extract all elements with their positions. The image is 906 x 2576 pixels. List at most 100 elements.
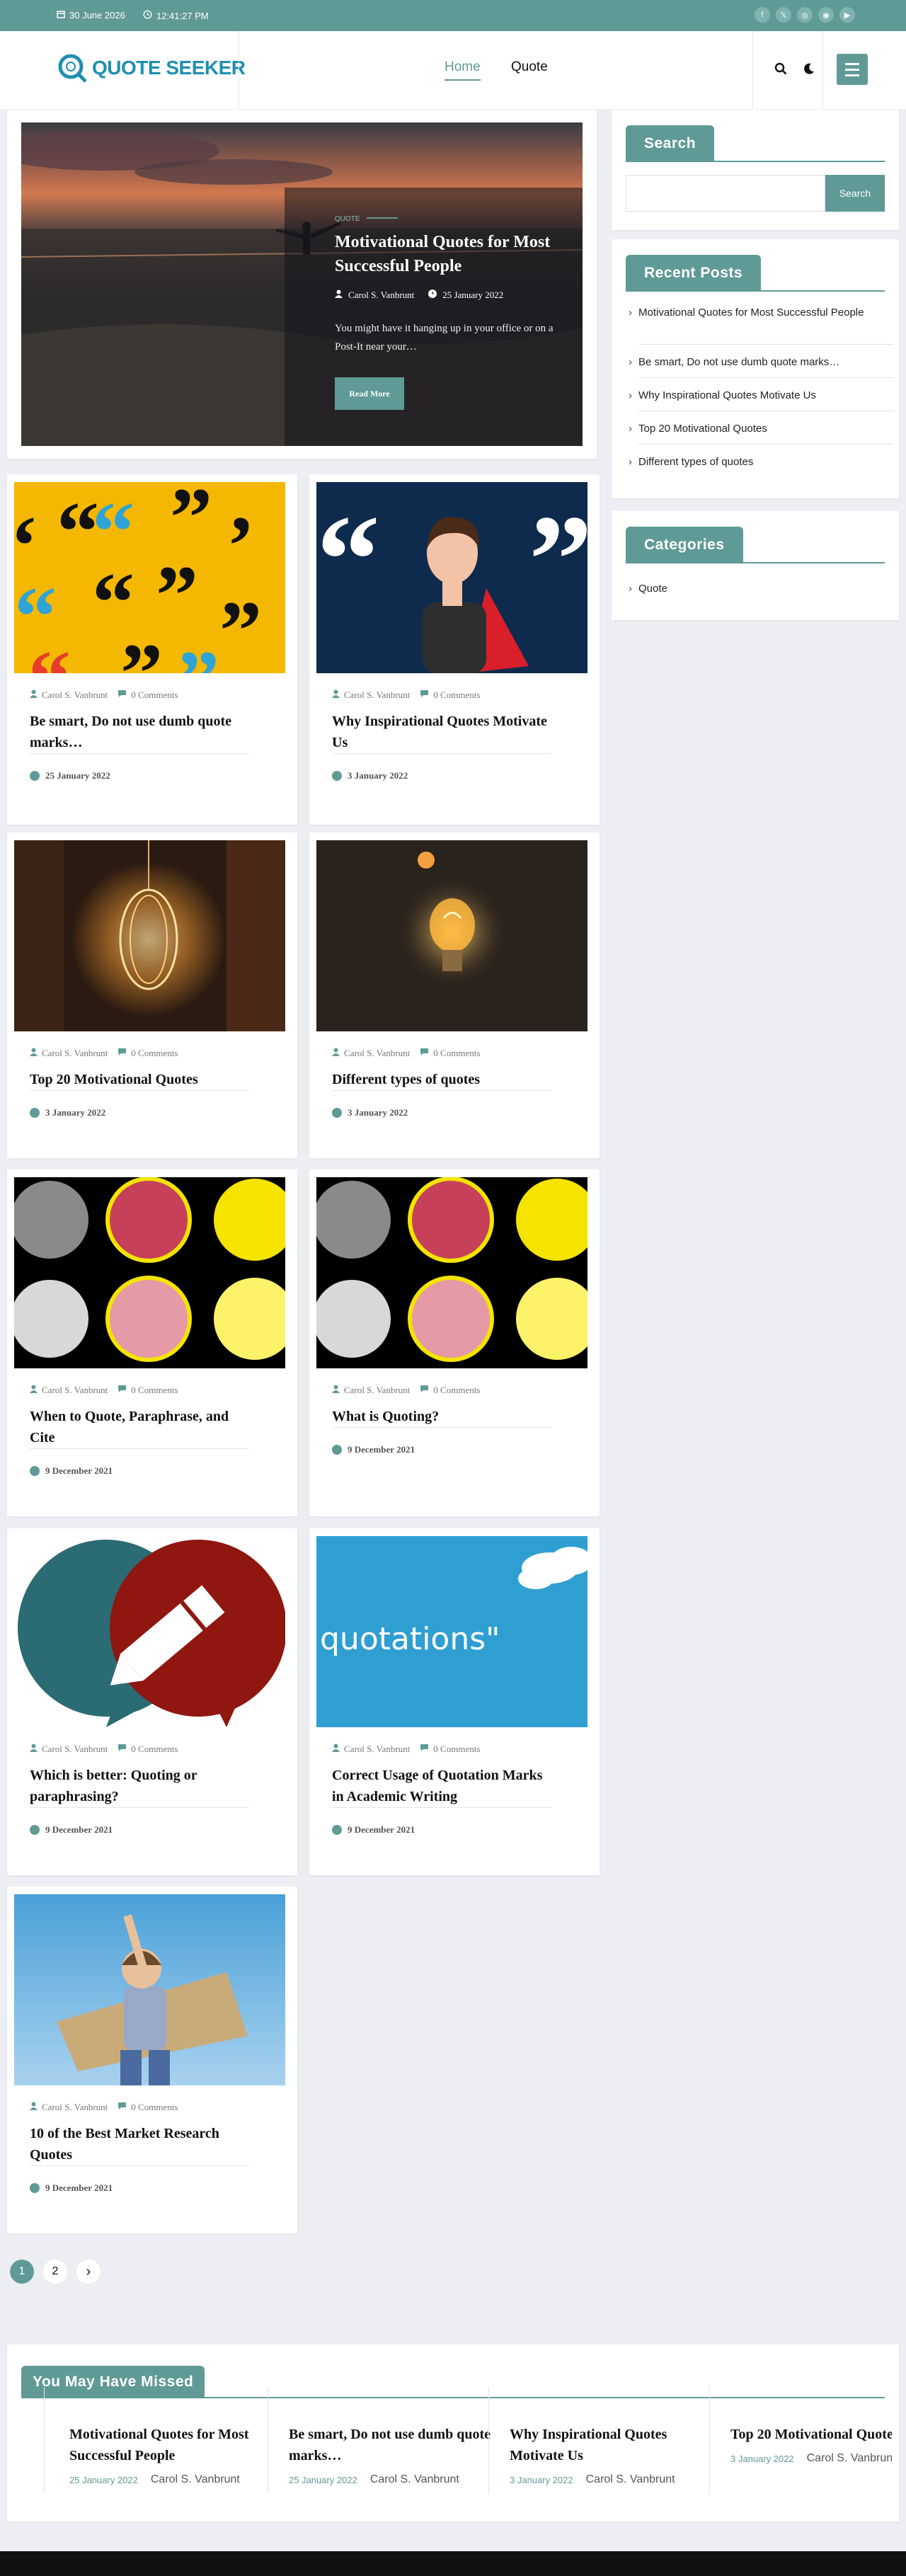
user-icon xyxy=(30,2102,38,2113)
logo-text: QUOTE SEEKER xyxy=(92,57,246,79)
missed-item-title[interactable]: Motivational Quotes for Most Successful … xyxy=(69,2424,282,2466)
missed-item-date: 25 January 2022 xyxy=(289,2474,357,2485)
facebook-icon[interactable]: f xyxy=(755,7,770,23)
post-thumbnail[interactable]: ‘““”’““””“””‚ xyxy=(14,482,285,673)
post-title[interactable]: Top 20 Motivational Quotes xyxy=(30,1069,249,1090)
post-thumbnail[interactable]: quotations" xyxy=(316,1536,587,1727)
instagram-icon[interactable]: ◉ xyxy=(818,7,834,23)
post-comments[interactable]: 0 Comments xyxy=(433,1744,480,1755)
missed-item-title[interactable]: Top 20 Motivational Quotes xyxy=(730,2424,892,2445)
post-title[interactable]: Correct Usage of Quotation Marks in Acad… xyxy=(332,1765,551,1807)
category-link[interactable]: Quote xyxy=(629,580,879,597)
post-date[interactable]: 9 December 2021 xyxy=(45,1824,113,1836)
missed-item-author[interactable]: Carol S. Vanbrunt xyxy=(586,2473,675,2486)
post-comments[interactable]: 0 Comments xyxy=(433,1048,480,1059)
missed-item-title[interactable]: Why Inspirational Quotes Motivate Us xyxy=(510,2424,722,2466)
post-title[interactable]: Why Inspirational Quotes Motivate Us xyxy=(332,711,551,753)
post-author[interactable]: Carol S. Vanbrunt xyxy=(344,1744,410,1755)
missed-item[interactable]: Top 20 Motivational Quotes 3 January 202… xyxy=(730,2424,892,2465)
post-thumbnail[interactable] xyxy=(14,1536,285,1727)
hero-category[interactable]: QUOTE xyxy=(335,215,360,223)
post-comments[interactable]: 0 Comments xyxy=(131,689,178,701)
post-author[interactable]: Carol S. Vanbrunt xyxy=(344,1048,410,1059)
post-author[interactable]: Carol S. Vanbrunt xyxy=(42,689,108,701)
nav-home[interactable]: Home xyxy=(445,59,481,81)
post-date[interactable]: 9 December 2021 xyxy=(348,1444,415,1455)
missed-item-author[interactable]: Carol S. Vanbrunt xyxy=(370,2473,459,2486)
missed-item[interactable]: Motivational Quotes for Most Successful … xyxy=(69,2424,282,2486)
post-title[interactable]: What is Quoting? xyxy=(332,1406,551,1427)
hero-author[interactable]: Carol S. Vanbrunt xyxy=(348,290,414,301)
recent-post-link[interactable]: Be smart, Do not use dumb quote marks… xyxy=(629,354,879,371)
post-comments[interactable]: 0 Comments xyxy=(131,1048,178,1059)
post-thumbnail[interactable] xyxy=(14,1894,285,2085)
post-date[interactable]: 25 January 2022 xyxy=(45,770,110,782)
post-date[interactable]: 3 January 2022 xyxy=(348,770,408,782)
search-submit-button[interactable]: Search xyxy=(825,175,885,212)
post-author[interactable]: Carol S. Vanbrunt xyxy=(42,1744,108,1755)
recent-post-link[interactable]: Motivational Quotes for Most Successful … xyxy=(629,304,879,321)
post-author[interactable]: Carol S. Vanbrunt xyxy=(42,1048,108,1059)
post-meta: Carol S. Vanbrunt 0 Comments xyxy=(30,689,178,701)
post-card: Carol S. Vanbrunt 0 Comments 10 of the B… xyxy=(7,1887,297,2233)
hero-card: QUOTE Motivational Quotes for Most Succe… xyxy=(7,110,597,459)
post-title[interactable]: Which is better: Quoting or paraphrasing… xyxy=(30,1765,249,1807)
clock-icon xyxy=(332,771,342,781)
post-author[interactable]: Carol S. Vanbrunt xyxy=(42,2102,108,2113)
post-date[interactable]: 3 January 2022 xyxy=(348,1107,408,1118)
post-date[interactable]: 9 December 2021 xyxy=(348,1824,415,1836)
missed-item-title[interactable]: Be smart, Do not use dumb quote marks… xyxy=(289,2424,501,2466)
clock-icon xyxy=(30,771,40,781)
search-icon[interactable] xyxy=(774,62,787,79)
youtube-icon[interactable]: ▶ xyxy=(839,7,855,23)
post-author[interactable]: Carol S. Vanbrunt xyxy=(344,1385,410,1396)
dark-mode-moon-icon[interactable] xyxy=(803,62,815,79)
comment-icon xyxy=(420,689,429,701)
post-comments[interactable]: 0 Comments xyxy=(131,1385,178,1396)
post-thumbnail[interactable] xyxy=(316,1177,587,1368)
post-title[interactable]: When to Quote, Paraphrase, and Cite xyxy=(30,1406,249,1448)
missed-item-author[interactable]: Carol S. Vanbrunt xyxy=(807,2452,892,2465)
next-page-icon[interactable]: › xyxy=(76,2260,101,2284)
post-comments[interactable]: 0 Comments xyxy=(433,1385,480,1396)
post-thumbnail[interactable] xyxy=(316,840,587,1031)
page-2-button[interactable]: 2 xyxy=(43,2260,67,2284)
post-title[interactable]: Be smart, Do not use dumb quote marks… xyxy=(30,711,249,753)
read-more-button[interactable]: Read More xyxy=(335,377,404,410)
post-date[interactable]: 9 December 2021 xyxy=(45,1465,113,1477)
pinterest-icon[interactable]: ◎ xyxy=(797,7,813,23)
post-meta: Carol S. Vanbrunt 0 Comments xyxy=(332,1385,480,1396)
site-logo[interactable]: QUOTE SEEKER xyxy=(57,52,246,84)
post-comments[interactable]: 0 Comments xyxy=(433,689,480,701)
search-input[interactable] xyxy=(626,175,825,212)
missed-item[interactable]: Why Inspirational Quotes Motivate Us 3 J… xyxy=(510,2424,722,2486)
post-author[interactable]: Carol S. Vanbrunt xyxy=(42,1385,108,1396)
nav-quote[interactable]: Quote xyxy=(511,59,548,75)
recent-post-link[interactable]: Different types of quotes xyxy=(629,454,879,471)
recent-post-link[interactable]: Why Inspirational Quotes Motivate Us xyxy=(629,387,879,404)
post-date[interactable]: 9 December 2021 xyxy=(45,2182,113,2194)
logo-mark-icon xyxy=(58,54,87,83)
post-date[interactable]: 3 January 2022 xyxy=(45,1107,105,1118)
clock-icon xyxy=(143,10,152,21)
missed-item-author[interactable]: Carol S. Vanbrunt xyxy=(151,2473,240,2486)
x-twitter-icon[interactable]: 𝕏 xyxy=(776,7,791,23)
post-comments[interactable]: 0 Comments xyxy=(131,1744,178,1755)
menu-toggle-button[interactable] xyxy=(837,54,868,85)
post-title[interactable]: 10 of the Best Market Research Quotes xyxy=(30,2123,249,2165)
post-thumbnail[interactable] xyxy=(14,840,285,1031)
recent-post-link[interactable]: Top 20 Motivational Quotes xyxy=(629,420,879,437)
post-author[interactable]: Carol S. Vanbrunt xyxy=(344,689,410,701)
hero-date[interactable]: 25 January 2022 xyxy=(442,290,503,301)
hero-title[interactable]: Motivational Quotes for Most Successful … xyxy=(335,230,575,278)
post-card: Carol S. Vanbrunt 0 Comments When to Quo… xyxy=(7,1169,297,1516)
post-card: “” Carol S. Vanbrunt 0 Comments Why Insp… xyxy=(309,474,600,825)
post-title[interactable]: Different types of quotes xyxy=(332,1069,551,1090)
user-icon xyxy=(30,1744,38,1755)
post-comments[interactable]: 0 Comments xyxy=(131,2102,178,2113)
missed-item[interactable]: Be smart, Do not use dumb quote marks… 2… xyxy=(289,2424,501,2486)
post-thumbnail[interactable] xyxy=(14,1177,285,1368)
post-thumbnail[interactable]: “” xyxy=(316,482,587,673)
post-card: Carol S. Vanbrunt 0 Comments What is Quo… xyxy=(309,1169,600,1516)
page-1-button[interactable]: 1 xyxy=(10,2260,34,2284)
